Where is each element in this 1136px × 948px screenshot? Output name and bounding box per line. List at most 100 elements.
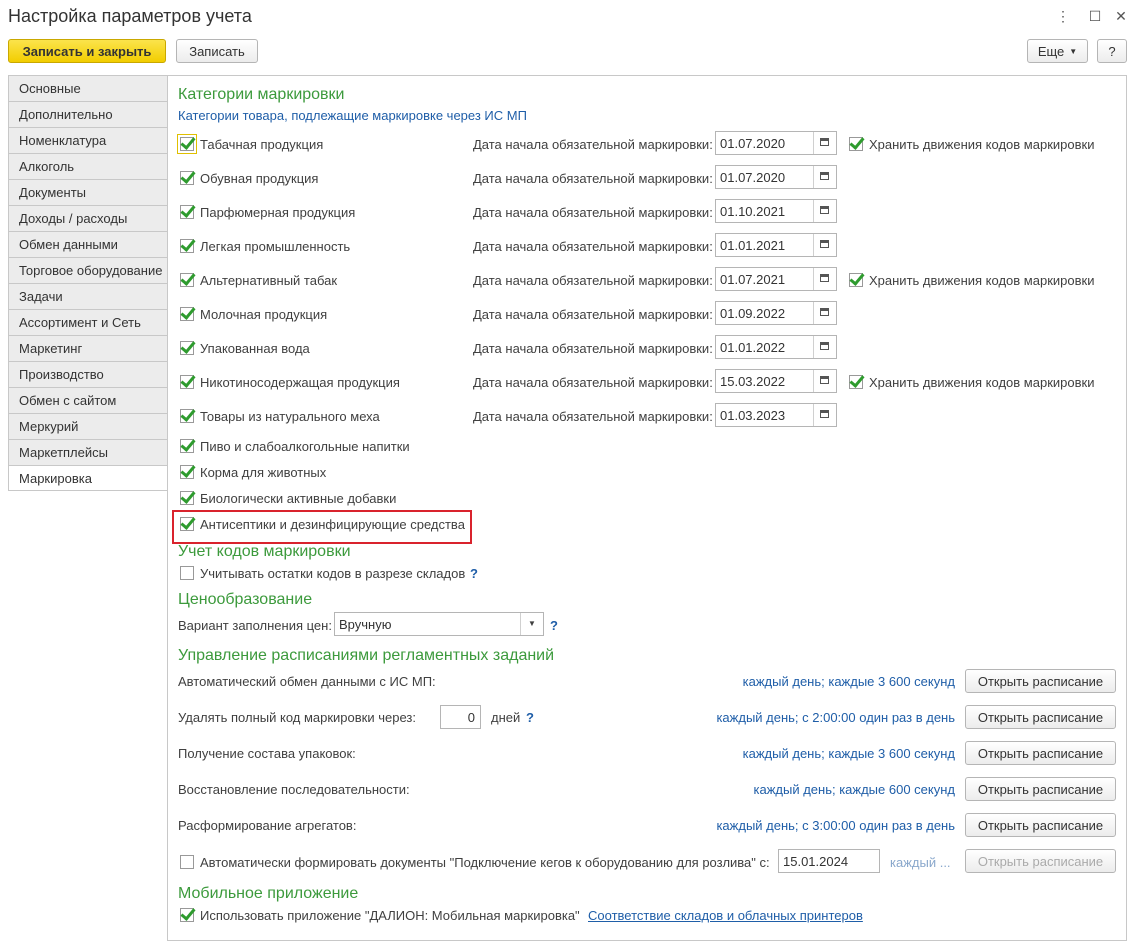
date-start-field[interactable]: 01.07.2020 [715,165,837,189]
tab-item[interactable]: Обмен с сайтом [8,387,168,413]
mobile-app-checkbox[interactable] [180,908,194,922]
date-start-value: 01.01.2022 [720,340,786,355]
kegs-schedule-link[interactable]: каждый ... [890,855,951,870]
tab-item[interactable]: Маркетинг [8,335,168,361]
date-start-field[interactable]: 01.07.2021 [715,267,837,291]
category-checkbox[interactable] [177,134,197,154]
calendar-icon[interactable] [813,132,836,154]
category-checkbox[interactable] [180,239,194,253]
kegs-open-schedule-button[interactable]: Открыть расписание [965,849,1116,873]
category-label: Альтернативный табак [200,273,338,288]
calendar-icon[interactable] [813,302,836,324]
mobile-app-label: Использовать приложение "ДАЛИОН: Мобильн… [200,908,580,923]
schedule-task-label: Получение состава упаковок: [178,746,356,761]
category-checkbox[interactable] [180,341,194,355]
more-vert-icon[interactable]: ⋮ [1056,8,1070,25]
save-button[interactable]: Записать [176,39,258,63]
days-help[interactable]: ? [526,710,534,725]
calendar-icon[interactable] [813,166,836,188]
tab-item[interactable]: Производство [8,361,168,387]
warehouse-codes-checkbox[interactable] [180,566,194,580]
tab-item[interactable]: Номенклатура [8,127,168,153]
date-start-field[interactable]: 01.07.2020 [715,131,837,155]
kegs-date-value: 15.01.2024 [783,854,849,869]
kegs-checkbox[interactable] [180,855,194,869]
tab-item[interactable]: Ассортимент и Сеть [8,309,168,335]
chevron-down-icon: ▼ [1069,46,1078,56]
calendar-icon[interactable] [813,200,836,222]
calendar-icon[interactable] [813,268,836,290]
schedule-link[interactable]: каждый день; с 3:00:00 один раз в день [716,818,955,833]
open-schedule-button[interactable]: Открыть расписание [965,813,1116,837]
open-schedule-button[interactable]: Открыть расписание [965,705,1116,729]
calendar-icon[interactable] [813,336,836,358]
store-codes-label: Хранить движения кодов маркировки [869,273,1095,288]
schedule-link[interactable]: каждый день; каждые 600 секунд [754,782,956,797]
date-start-field[interactable]: 01.01.2022 [715,335,837,359]
calendar-icon[interactable] [813,370,836,392]
date-start-field[interactable]: 01.10.2021 [715,199,837,223]
category-label: Молочная продукция [200,307,328,322]
tab-item[interactable]: Основные [8,75,168,101]
kegs-label: Автоматически формировать документы "Под… [200,855,770,870]
open-schedule-button[interactable]: Открыть расписание [965,669,1116,693]
category-checkbox[interactable] [180,465,194,479]
schedule-link[interactable]: каждый день; с 2:00:00 один раз в день [716,710,955,725]
marking-hint: Категории товара, подлежащие маркировке … [178,108,527,123]
date-start-label: Дата начала обязательной маркировки: [473,341,713,356]
tab-item[interactable]: Доходы / расходы [8,205,168,231]
tab-item[interactable]: Торговое оборудование [8,257,168,283]
category-checkbox[interactable] [180,409,194,423]
category-checkbox[interactable] [180,375,194,389]
schedule-link[interactable]: каждый день; каждые 3 600 секунд [743,746,955,761]
schedule-task-label: Автоматический обмен данными с ИС МП: [178,674,436,689]
chevron-down-icon[interactable]: ▼ [520,613,543,635]
date-start-value: 01.07.2021 [720,272,786,287]
tab-item[interactable]: Алкоголь [8,153,168,179]
warehouse-codes-label: Учитывать остатки кодов в разрезе складо… [200,566,466,581]
tab-item[interactable]: Дополнительно [8,101,168,127]
store-codes-label: Хранить движения кодов маркировки [869,375,1095,390]
help-button[interactable]: ? [1097,39,1127,63]
days-input[interactable]: 0 [440,705,481,729]
warehouse-codes-help[interactable]: ? [470,566,478,581]
category-checkbox[interactable] [180,491,194,505]
open-schedule-button[interactable]: Открыть расписание [965,777,1116,801]
pricing-label: Вариант заполнения цен: [178,618,332,633]
date-start-value: 01.07.2020 [720,170,786,185]
calendar-icon[interactable] [813,404,836,426]
tab-item[interactable]: Обмен данными [8,231,168,257]
days-unit: дней [491,710,521,725]
store-codes-checkbox[interactable] [849,273,863,287]
tab-item[interactable]: Меркурий [8,413,168,439]
pricing-help[interactable]: ? [550,618,558,633]
calendar-icon[interactable] [813,234,836,256]
pricing-select[interactable]: Вручную ▼ [334,612,544,636]
category-checkbox[interactable] [180,307,194,321]
tab-item[interactable]: Задачи [8,283,168,309]
open-schedule-button[interactable]: Открыть расписание [965,741,1116,765]
days-value: 0 [467,710,475,725]
tab-item[interactable]: Маркетплейсы [8,439,168,465]
date-start-field[interactable]: 01.09.2022 [715,301,837,325]
date-start-label: Дата начала обязательной маркировки: [473,205,713,220]
date-start-field[interactable]: 15.03.2022 [715,369,837,393]
save-and-close-button[interactable]: Записать и закрыть [8,39,166,63]
category-checkbox[interactable] [180,273,194,287]
maximize-icon[interactable]: ☐ [1088,8,1102,25]
category-checkbox[interactable] [180,439,194,453]
printers-link[interactable]: Соответствие складов и облачных принтеро… [588,908,863,923]
tab-item[interactable]: Маркировка [8,465,168,491]
store-codes-checkbox[interactable] [849,375,863,389]
date-start-field[interactable]: 01.01.2021 [715,233,837,257]
date-start-field[interactable]: 01.03.2023 [715,403,837,427]
tab-item[interactable]: Документы [8,179,168,205]
date-start-label: Дата начала обязательной маркировки: [473,137,713,152]
close-icon[interactable]: ✕ [1114,8,1128,25]
category-checkbox[interactable] [180,205,194,219]
store-codes-checkbox[interactable] [849,137,863,151]
schedule-link[interactable]: каждый день; каждые 3 600 секунд [743,674,955,689]
more-button[interactable]: Еще ▼ [1027,39,1088,63]
category-checkbox[interactable] [180,171,194,185]
kegs-date-field[interactable]: 15.01.2024 [778,849,880,873]
